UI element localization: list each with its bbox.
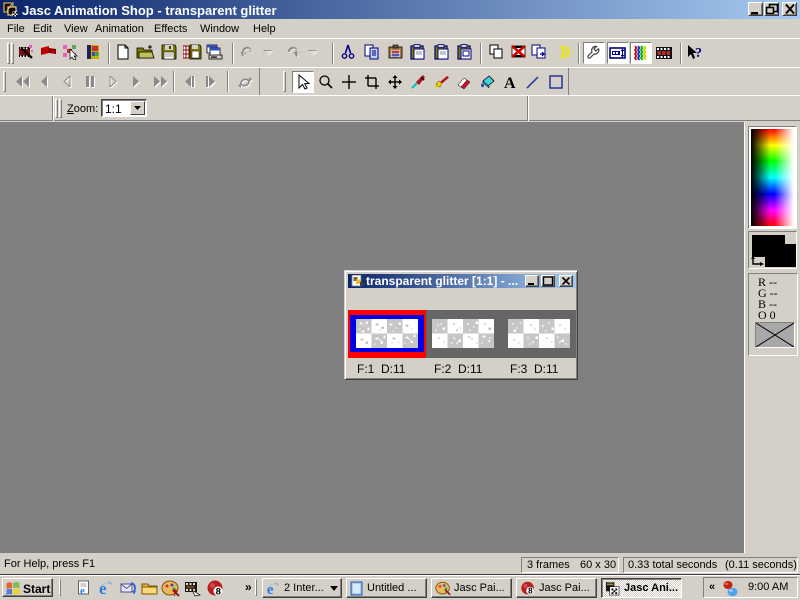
svg-text:?: ? xyxy=(172,588,178,597)
svg-text:e: e xyxy=(267,582,274,596)
svg-text:A: A xyxy=(504,75,516,90)
svg-text:8: 8 xyxy=(216,587,221,598)
svg-text:8: 8 xyxy=(528,587,533,596)
svg-text:e: e xyxy=(80,585,85,596)
svg-text:?: ? xyxy=(695,46,702,61)
svg-text:e: e xyxy=(99,580,107,596)
